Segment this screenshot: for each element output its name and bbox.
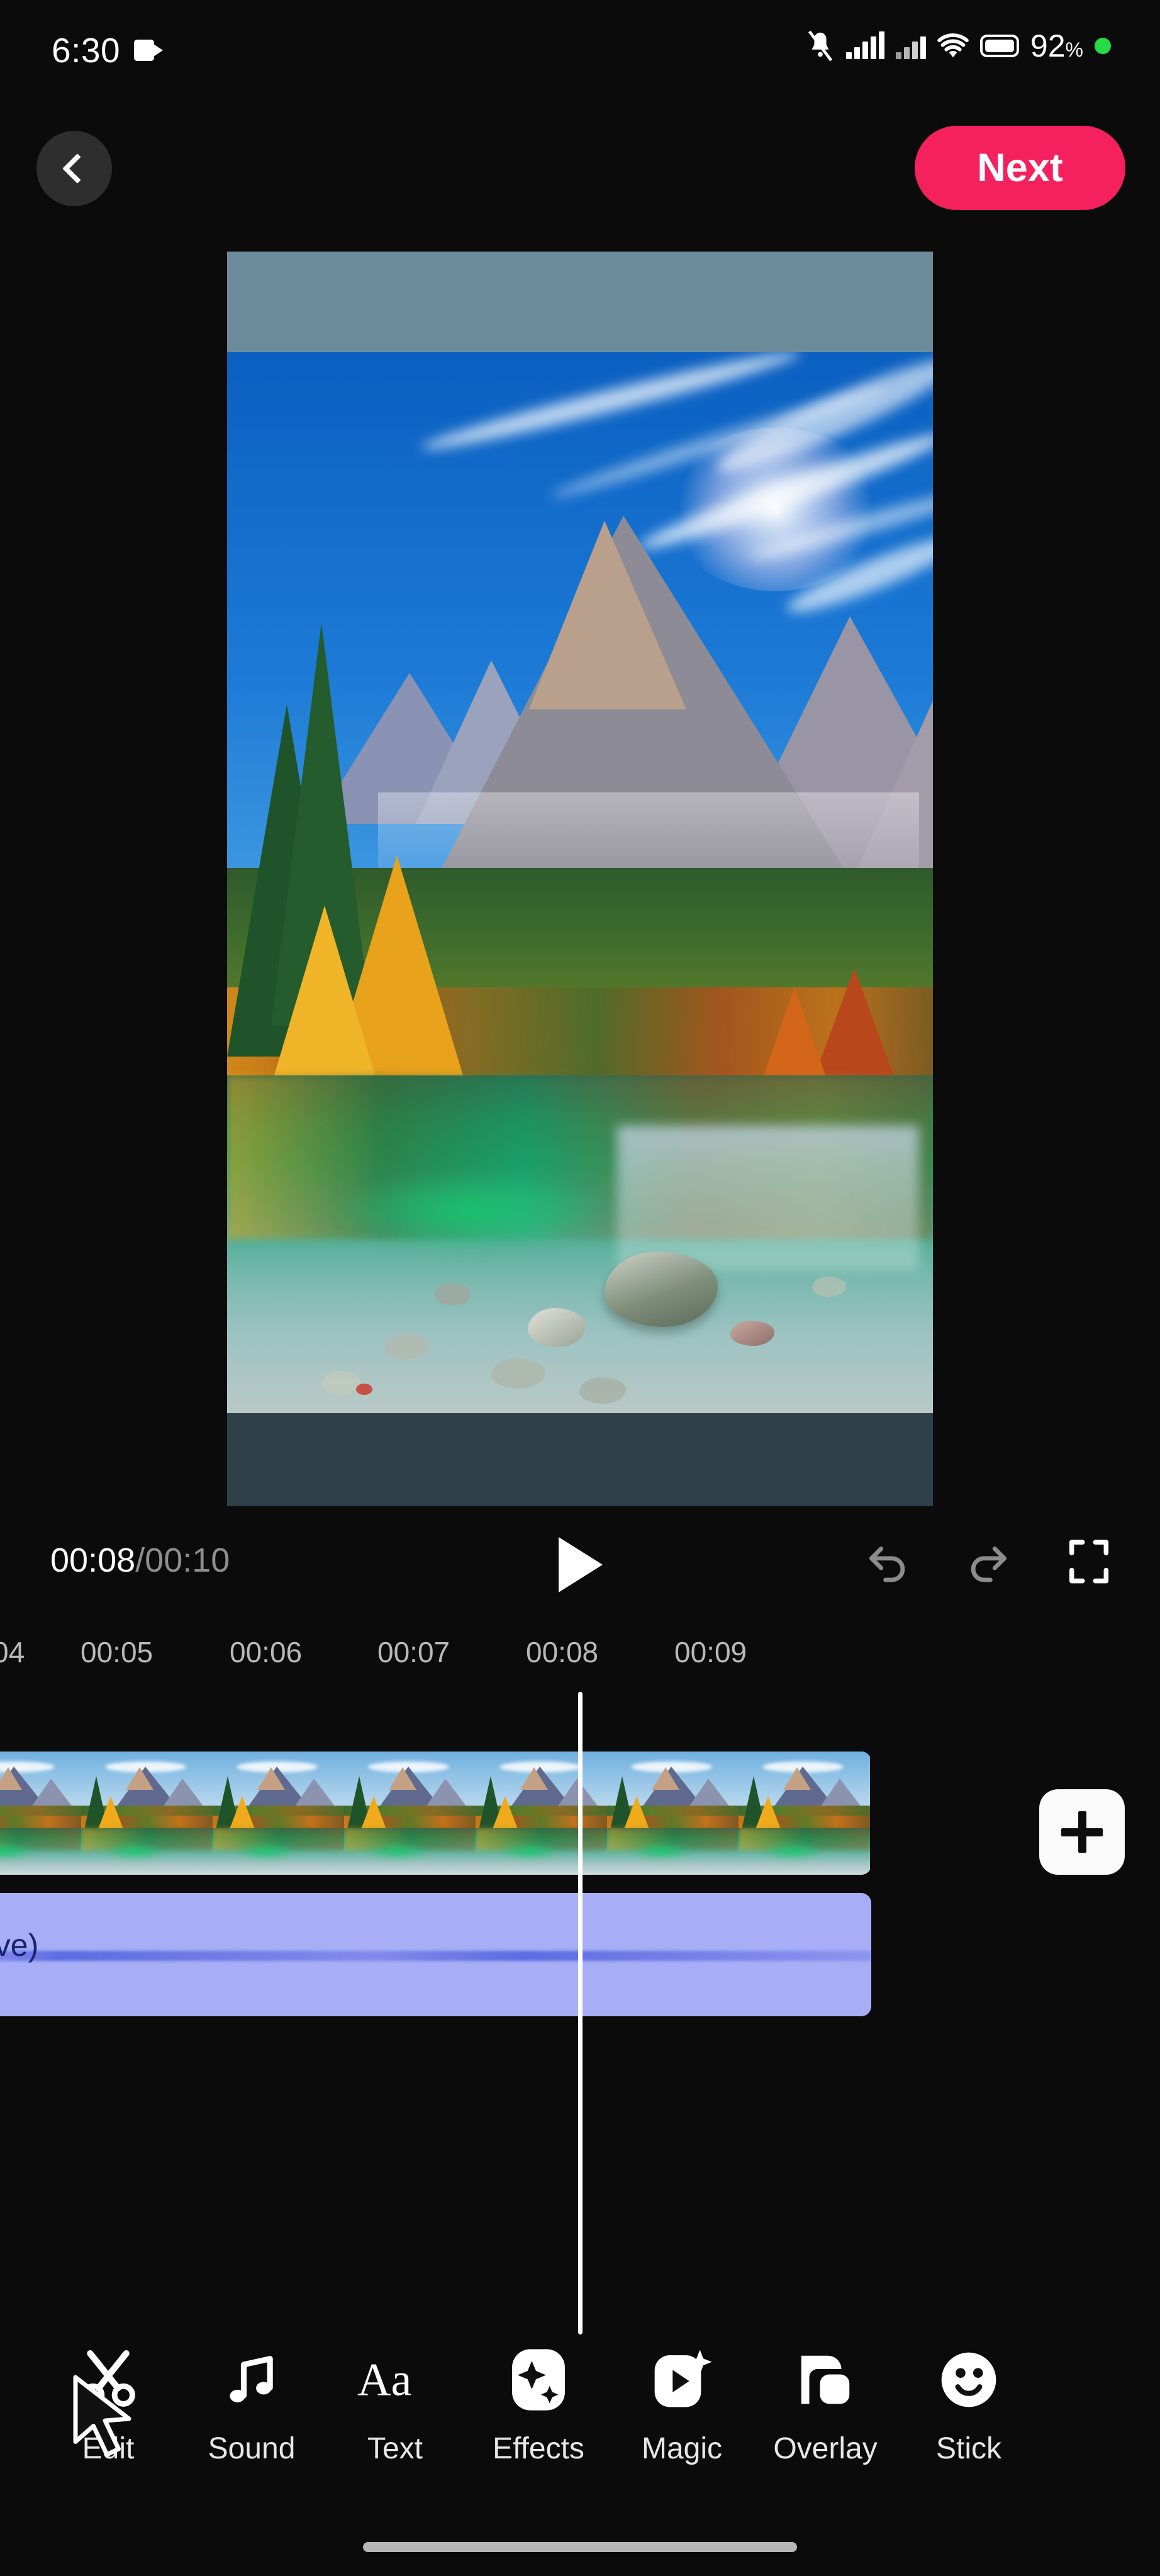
tool-effects[interactable]: Effects (467, 2345, 610, 2466)
ruler-tick: 00:08 (526, 1636, 599, 1668)
tool-text[interactable]: Aa Text (323, 2345, 467, 2466)
redo-icon[interactable] (962, 1536, 1014, 1587)
timeline-ruler[interactable]: 04 00:05 00:06 00:07 00:08 00:09 (0, 1635, 1160, 1692)
tool-label: Effects (493, 2432, 584, 2465)
video-camera-icon (134, 40, 164, 61)
clip-thumbnail (476, 1752, 607, 1875)
clip-thumbnail (213, 1752, 344, 1875)
status-clock: 6:30 (52, 31, 121, 70)
tool-stickers[interactable]: Stick (897, 2345, 1040, 2466)
ruler-tick: 00:05 (81, 1636, 153, 1668)
ruler-tick: 00:07 (377, 1636, 450, 1668)
playhead[interactable] (578, 1692, 583, 2334)
tool-magic[interactable]: Magic (610, 2345, 754, 2466)
ruler-tick: 00:06 (230, 1636, 303, 1668)
transport-controls: 00:08/00:10 (0, 1522, 1160, 1610)
top-navigation-bar: Next (0, 125, 1160, 213)
clip-thumbnail (0, 1752, 81, 1875)
tool-edit[interactable]: Edit (36, 2345, 180, 2466)
battery-icon (979, 35, 1019, 57)
tool-label: Text (367, 2432, 423, 2465)
add-clip-button[interactable] (1039, 1789, 1125, 1875)
green-status-dot (1095, 38, 1111, 54)
letterbox-top (227, 252, 933, 352)
play-icon[interactable] (559, 1537, 603, 1592)
next-button-label: Next (977, 146, 1063, 190)
sparkle-effects-icon (507, 2345, 570, 2415)
current-time: 00:08 (50, 1541, 136, 1579)
overlay-layers-icon (793, 2345, 857, 2415)
undo-icon[interactable] (862, 1536, 913, 1587)
ringer-silent-icon (806, 30, 835, 62)
audio-waveform (0, 1951, 871, 1961)
bottom-toolbar[interactable]: Edit Sound Aa Text Effects Magic Overlay… (0, 2345, 1160, 2514)
total-time: 00:10 (145, 1541, 230, 1579)
tool-label: Sound (208, 2432, 296, 2465)
cellular-signal-icon (895, 33, 926, 59)
tool-label: Overlay (773, 2432, 878, 2465)
tool-label: Edit (82, 2432, 135, 2465)
tool-label: Stick (935, 2432, 1001, 2465)
ruler-tick: 00:09 (674, 1636, 747, 1668)
clip-thumbnail (81, 1752, 213, 1875)
svg-text:Aa: Aa (357, 2355, 411, 2406)
time-separator: / (135, 1541, 145, 1579)
home-gesture-bar[interactable] (363, 2542, 797, 2552)
audio-clip-track[interactable]: Serve) (0, 1893, 871, 2016)
back-button[interactable] (36, 131, 112, 206)
clip-thumbnail (607, 1752, 739, 1875)
scissors-icon (75, 2345, 142, 2415)
next-button[interactable]: Next (915, 126, 1125, 210)
status-bar-right: 92% (806, 28, 1111, 64)
video-clip-track[interactable] (0, 1752, 871, 1875)
fullscreen-icon[interactable] (1063, 1536, 1115, 1587)
clip-thumbnail (739, 1752, 870, 1875)
wifi-icon (937, 32, 969, 60)
sticker-smiley-icon (936, 2345, 1001, 2415)
chevron-left-icon (62, 153, 93, 184)
letterbox-bottom (227, 1413, 933, 1506)
transport-icon-group (862, 1536, 1115, 1587)
tool-sound[interactable]: Sound (180, 2345, 323, 2466)
ruler-tick: 04 (0, 1636, 25, 1668)
tool-label: Magic (641, 2432, 723, 2465)
text-aa-icon: Aa (357, 2345, 433, 2415)
status-bar-left: 6:30 (52, 30, 164, 70)
video-editor-screen: 6:30 92% Next 00:08/00:10 04 00:05 00:06… (0, 0, 1160, 2576)
preview-frame-image (227, 352, 933, 1413)
video-preview-canvas[interactable] (227, 252, 933, 1506)
tool-overlay[interactable]: Overlay (754, 2345, 897, 2466)
clip-thumbnail (344, 1752, 476, 1875)
magic-play-icon (649, 2345, 715, 2415)
battery-percent: 92% (1030, 28, 1083, 64)
cellular-signal-icon (845, 31, 884, 59)
time-readout: 00:08/00:10 (50, 1541, 230, 1580)
status-bar: 6:30 92% (0, 0, 1160, 101)
music-note-icon (220, 2345, 283, 2415)
audio-clip-label: Serve) (0, 1928, 39, 1963)
